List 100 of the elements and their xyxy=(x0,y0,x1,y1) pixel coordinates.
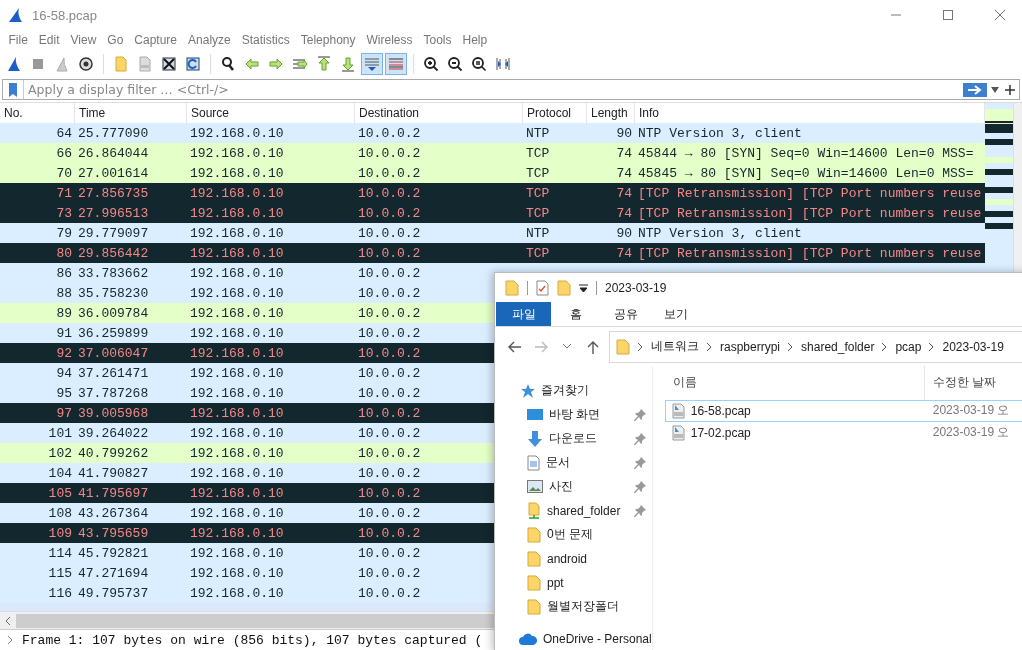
folder-icon xyxy=(527,551,541,567)
table-cell-text: 192.168.0.10 xyxy=(189,144,284,163)
table-cell-text: 94 xyxy=(56,364,73,383)
search-icon[interactable] xyxy=(220,56,236,72)
table-cell-text: TCP xyxy=(525,244,550,263)
table-cell-text: 10.0.0.2 xyxy=(357,364,421,383)
zoom-out-icon[interactable] xyxy=(447,56,463,72)
properties-icon[interactable] xyxy=(536,279,549,296)
zoom-in-icon[interactable] xyxy=(423,56,439,72)
stop-icon[interactable] xyxy=(30,56,46,72)
table-cell-text: 10.0.0.2 xyxy=(357,144,421,163)
table-cell-text: 37.261471 xyxy=(77,364,149,383)
pin-icon[interactable] xyxy=(633,457,646,469)
close-icon[interactable] xyxy=(995,10,1005,20)
nav-item[interactable]: shared_folder xyxy=(547,504,628,518)
table-cell-text: 39.005968 xyxy=(77,404,149,423)
zoom-reset-icon[interactable] xyxy=(471,56,487,72)
table-cell-text: 10.0.0.2 xyxy=(357,164,421,183)
back-arrow-icon[interactable] xyxy=(508,340,522,353)
address-bar[interactable]: 네트워크 raspberrypi shared_folder pcap 2023-03-19 xyxy=(609,330,1022,363)
table-cell-text: 10.0.0.2 xyxy=(357,224,421,243)
gear-icon[interactable] xyxy=(78,56,94,72)
table-cell-text: 80 xyxy=(56,244,73,263)
table-cell-text: 45845 → 80 [SYN] Seq=0 Win=14600 Len=0 MSS= xyxy=(637,164,974,183)
packet-row[interactable]: 73 27.996513 192.168.0.10 10.0.0.2 TCP 74 [TCP Retransmission] [TCP Port numbers reuse xyxy=(0,203,985,223)
table-cell-text: 10.0.0.2 xyxy=(357,404,421,423)
reload-icon[interactable] xyxy=(185,56,201,72)
table-cell-text: 27.996513 xyxy=(77,204,149,223)
right-arrow-icon[interactable] xyxy=(268,56,284,72)
dropdown-caret-icon[interactable] xyxy=(991,86,999,93)
folder-icon xyxy=(527,599,541,615)
table-cell-text: 64 xyxy=(56,124,73,143)
down-arrow-icon[interactable] xyxy=(340,56,356,72)
expand-caret-icon[interactable] xyxy=(6,635,14,645)
menu-item[interactable]: Wireless xyxy=(361,33,418,47)
packet-row[interactable]: 64 25.777090 192.168.0.10 10.0.0.2 NTP 90 NTP Version 3, client xyxy=(0,123,985,143)
packet-row[interactable]: 70 27.001614 192.168.0.10 10.0.0.2 TCP 74 45845 → 80 [SYN] Seq=0 Win=14600 Len=0 MSS= xyxy=(0,163,985,183)
shark-fin-icon[interactable] xyxy=(6,56,22,72)
maximize-icon[interactable] xyxy=(943,10,953,20)
menu-item[interactable]: Capture xyxy=(128,33,183,47)
packet-row[interactable]: 71 27.856735 192.168.0.10 10.0.0.2 TCP 74 [TCP Retransmission] [TCP Port numbers reuse xyxy=(0,183,985,203)
restart-icon[interactable] xyxy=(54,56,70,72)
pin-icon[interactable] xyxy=(633,433,646,445)
ribbon-tab[interactable]: 파일 xyxy=(496,302,551,327)
folder-icon xyxy=(527,527,541,543)
bookmark-icon[interactable] xyxy=(6,81,20,98)
packet-detail-line[interactable]: Frame 1: 107 bytes on wire (856 bits), 107 bytes captured ( xyxy=(22,632,483,648)
up-arrow-icon[interactable] xyxy=(587,339,599,354)
left-arrow-icon[interactable] xyxy=(244,56,260,72)
file-row[interactable]: 16-58.pcap 2023-03-19 오 xyxy=(664,400,1022,422)
pin-icon[interactable] xyxy=(633,505,646,517)
column-header[interactable]: 이름 xyxy=(664,366,925,400)
table-cell-text: 10.0.0.2 xyxy=(357,564,421,583)
apply-filter-button[interactable] xyxy=(963,82,987,97)
packet-row[interactable]: 79 29.779097 192.168.0.10 10.0.0.2 NTP 90 NTP Version 3, client xyxy=(0,223,985,243)
table-cell-text: 90 xyxy=(616,124,633,143)
table-cell-text: 27.856735 xyxy=(77,184,149,203)
table-cell-text: 88 xyxy=(56,284,73,303)
up-arrow-icon[interactable] xyxy=(316,56,332,72)
packet-row[interactable]: 80 29.856442 192.168.0.10 10.0.0.2 TCP 74 [TCP Retransmission] [TCP Port numbers reuse xyxy=(0,243,985,263)
menu-item[interactable]: Edit xyxy=(33,33,66,47)
table-cell-text: NTP Version 3, client xyxy=(637,124,802,143)
menu-item[interactable]: Telephony xyxy=(295,33,361,47)
plus-icon[interactable] xyxy=(1005,84,1015,95)
menu-item[interactable]: Tools xyxy=(418,33,457,47)
nav-item[interactable]: OneDrive - Personal xyxy=(543,632,652,646)
table-cell-text: 114 xyxy=(48,544,73,563)
chevron-right-icon[interactable] xyxy=(788,342,794,351)
packet-row[interactable]: 66 26.864044 192.168.0.10 10.0.0.2 TCP 74 45844 → 80 [SYN] Seq=0 Win=14600 Len=0 MSS= xyxy=(0,143,985,163)
table-cell-text: 90 xyxy=(616,224,633,243)
binary-file-icon xyxy=(671,425,685,441)
table-cell-text: 192.168.0.10 xyxy=(189,504,284,523)
display-filter-field[interactable]: Apply a display filter … <Ctrl-/> xyxy=(2,79,1020,100)
jump-icon[interactable] xyxy=(292,56,308,72)
menu-item[interactable]: Help xyxy=(457,33,493,47)
chevron-right-icon[interactable] xyxy=(882,342,888,351)
menu-item[interactable]: Go xyxy=(101,33,129,47)
menu-item[interactable]: File xyxy=(3,33,34,47)
chevron-right-icon[interactable] xyxy=(707,342,712,351)
table-cell-text: 102 xyxy=(48,444,73,463)
menu-item[interactable]: Analyze xyxy=(182,33,237,47)
nav-item[interactable]: 바탕 화면 xyxy=(549,406,628,424)
resize-columns-icon[interactable] xyxy=(495,56,511,72)
chevron-down-icon[interactable] xyxy=(563,344,571,350)
nav-item[interactable]: android xyxy=(547,552,652,566)
chevron-right-icon[interactable] xyxy=(929,342,935,351)
table-cell-text: 192.168.0.10 xyxy=(189,444,284,463)
nav-item[interactable]: 0번 문제 xyxy=(547,526,652,544)
menu-item[interactable]: Statistics xyxy=(236,33,296,47)
document-icon xyxy=(527,455,540,471)
table-cell-text: 74 xyxy=(616,164,633,183)
pin-icon[interactable] xyxy=(633,409,646,421)
table-cell-text: 108 xyxy=(48,504,73,523)
menu-item[interactable]: View xyxy=(65,33,102,47)
close-file-icon[interactable] xyxy=(161,56,177,72)
chevron-right-icon[interactable] xyxy=(638,342,643,351)
dropdown-caret-icon[interactable] xyxy=(579,283,588,292)
pin-icon[interactable] xyxy=(633,481,646,493)
table-cell-text: 192.168.0.10 xyxy=(189,544,284,563)
star-icon xyxy=(519,383,535,399)
